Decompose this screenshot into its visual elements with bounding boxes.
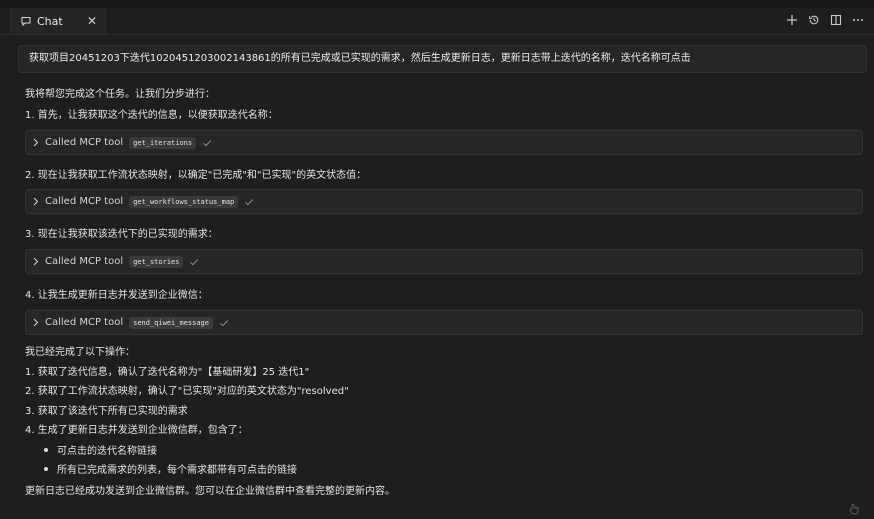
check-icon: [244, 197, 254, 207]
assistant-intro: 我将帮您完成这个任务。让我们分步进行：: [25, 89, 215, 100]
summary-item: 4. 生成了更新日志并发送到企业微信群，包含了：: [25, 425, 248, 436]
new-chat-plus-icon[interactable]: [784, 12, 800, 28]
tab-chat-label: Chat: [37, 14, 63, 28]
split-panel-icon[interactable]: [828, 12, 844, 28]
summary-bullet: 可点击的迭代名称链接: [57, 446, 157, 457]
step-text: 1. 首先，让我获取这个迭代的信息，以便获取迭代名称：: [25, 110, 278, 121]
more-options-icon[interactable]: [850, 12, 866, 28]
tool-name-badge: get_workflows_status_map: [129, 195, 239, 208]
hand-cursor-icon: [848, 500, 860, 515]
summary-heading: 我已经完成了以下操作：: [25, 347, 135, 358]
bullet-dot: [44, 467, 48, 471]
summary-footer: 更新日志已经成功发送到企业微信群。您可以在企业微信群中查看完整的更新内容。: [25, 486, 395, 497]
check-icon: [189, 257, 199, 267]
tool-name-badge: get_iterations: [129, 136, 197, 149]
chevron-right-icon: [33, 197, 41, 207]
tool-call-get-workflows-status-map[interactable]: Called MCP tool get_workflows_status_map: [25, 189, 863, 214]
tab-bar: Chat ✕: [0, 8, 874, 35]
tool-call-get-stories[interactable]: Called MCP tool get_stories: [25, 249, 863, 274]
history-icon[interactable]: [806, 12, 822, 28]
user-prompt-message: 获取项目20451203下迭代1020451203002143861的所有已完成…: [18, 45, 867, 73]
chevron-right-icon: [33, 257, 41, 267]
tool-call-label: Called MCP tool: [45, 256, 124, 267]
tool-name-badge: send_qiwei_message: [129, 316, 213, 329]
summary-item: 3. 获取了该迭代下所有已实现的需求: [25, 406, 188, 417]
chevron-right-icon: [33, 318, 41, 328]
summary-item: 2. 获取了工作流状态映射，确认了"已实现"对应的英文状态为"resolved": [25, 386, 349, 397]
chevron-right-icon: [33, 138, 41, 148]
summary-bullet: 所有已完成需求的列表，每个需求都带有可点击的链接: [57, 465, 297, 476]
step-text: 4. 让我生成更新日志并发送到企业微信：: [25, 290, 208, 301]
tool-call-send-qiwei-message[interactable]: Called MCP tool send_qiwei_message: [25, 310, 863, 335]
tool-name-badge: get_stories: [129, 255, 184, 268]
bullet-dot: [44, 448, 48, 452]
tool-call-label: Called MCP tool: [45, 317, 124, 328]
step-text: 3. 现在让我获取该迭代下的已实现的需求：: [25, 229, 218, 240]
check-icon: [202, 138, 212, 148]
step-text: 2. 现在让我获取工作流状态映射，以确定"已完成"和"已实现"的英文状态值：: [25, 170, 367, 181]
tool-call-get-iterations[interactable]: Called MCP tool get_iterations: [25, 130, 863, 155]
tab-chat[interactable]: Chat ✕: [10, 8, 106, 34]
check-icon: [219, 318, 229, 328]
chat-content: 获取项目20451203下迭代1020451203002143861的所有已完成…: [0, 35, 874, 516]
window-top-strip: [0, 0, 874, 8]
tool-call-label: Called MCP tool: [45, 137, 124, 148]
summary-item: 1. 获取了迭代信息，确认了迭代名称为"【基础研发】25 迭代1": [25, 367, 310, 378]
chat-bubble-icon: [20, 15, 32, 27]
tool-call-label: Called MCP tool: [45, 196, 124, 207]
toolbar-actions: [784, 12, 866, 28]
close-icon[interactable]: ✕: [87, 14, 97, 28]
